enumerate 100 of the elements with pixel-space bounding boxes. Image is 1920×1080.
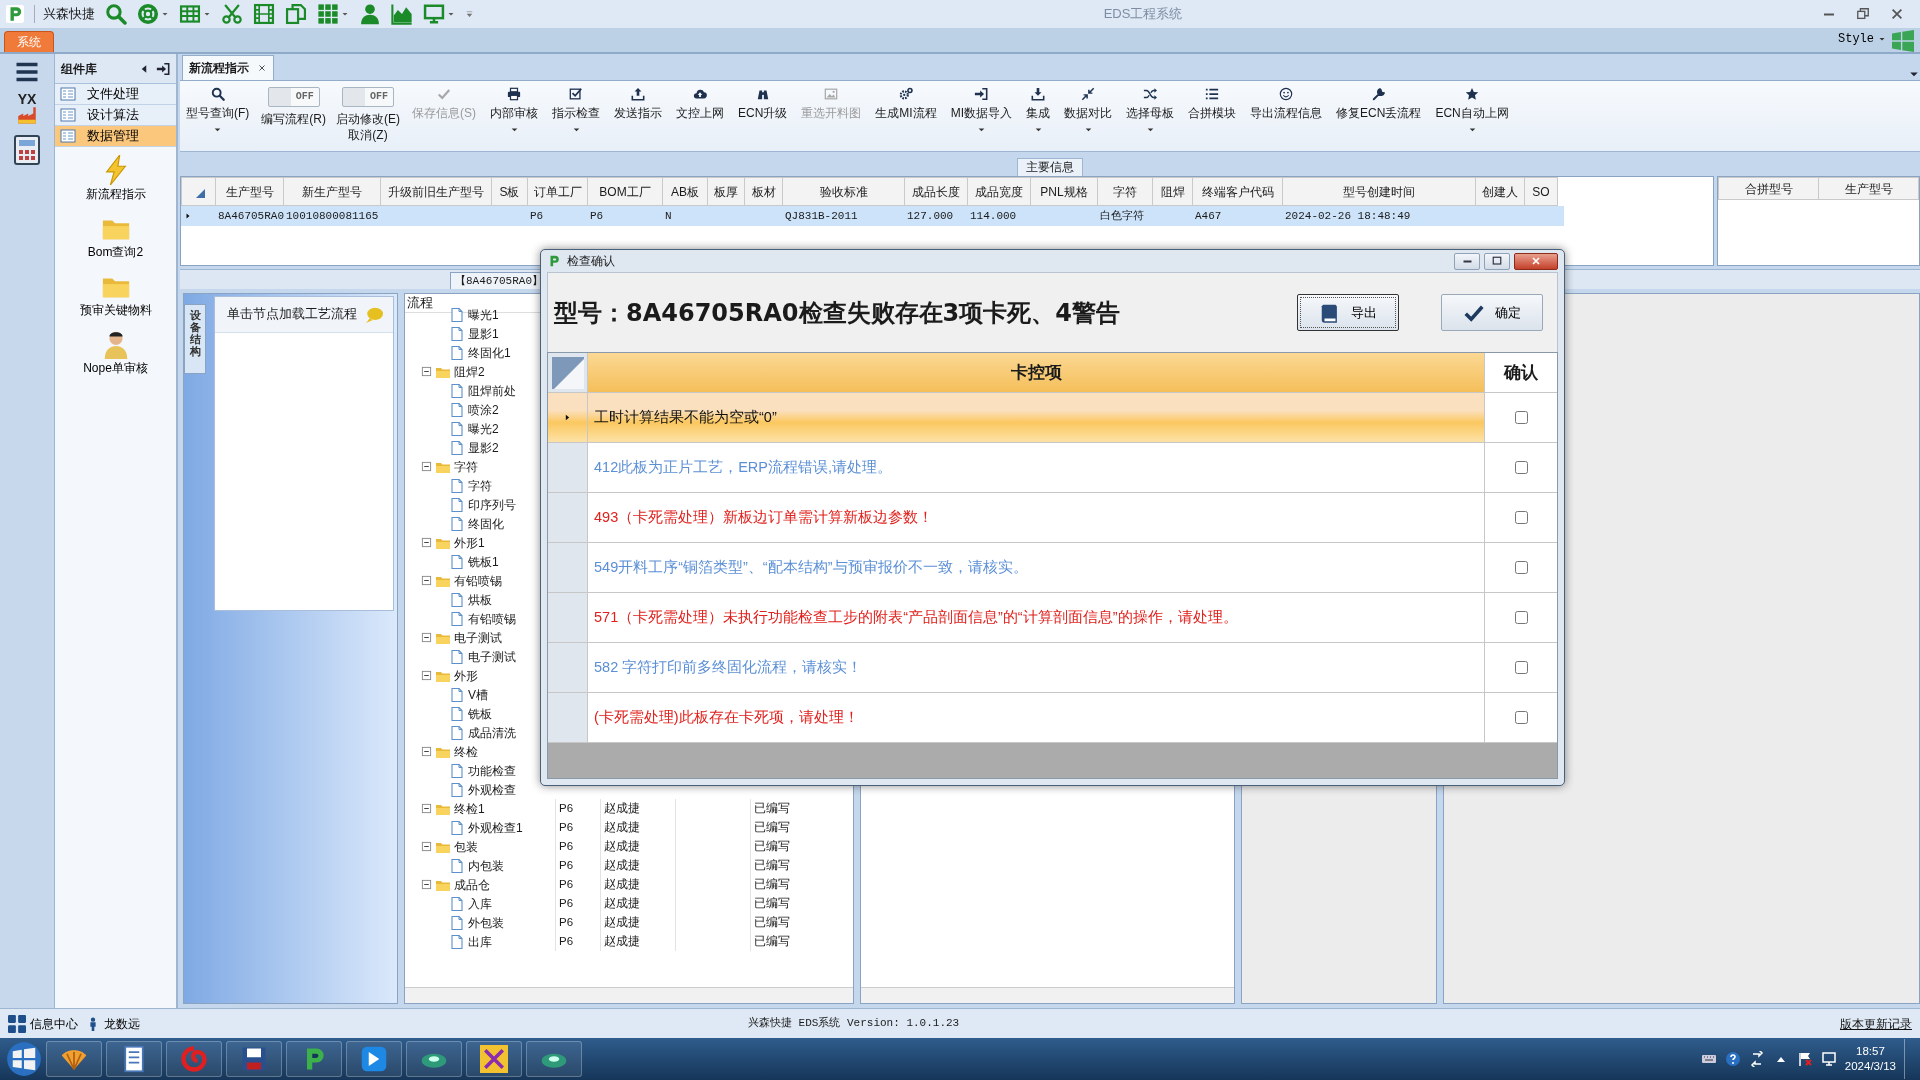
taskbar-app[interactable]	[226, 1041, 282, 1077]
tree-item[interactable]: 显影1	[468, 324, 499, 343]
confirm-checkbox[interactable]	[1514, 411, 1528, 424]
tree-item[interactable]: 外形	[454, 666, 478, 685]
module-button[interactable]: YX	[11, 92, 43, 126]
toolbar-button[interactable]	[137, 3, 169, 25]
tree-item[interactable]: 功能检查	[468, 761, 516, 780]
tree-item[interactable]: 铣板	[468, 704, 492, 723]
taskbar-app[interactable]	[526, 1041, 582, 1077]
toolbar-button[interactable]: 修复ECN丢流程	[1334, 85, 1424, 124]
toolbar-button[interactable]: 导出流程信息	[1248, 85, 1325, 124]
taskbar-app[interactable]	[346, 1041, 402, 1077]
tree-item[interactable]: 铣板1	[468, 552, 499, 571]
close-button[interactable]	[1514, 252, 1558, 270]
tree-item[interactable]: 阻焊2	[454, 362, 485, 381]
shortcut-button[interactable]: 预审关键物料	[55, 269, 176, 321]
tree-item[interactable]: 成品仓	[454, 875, 490, 894]
confirm-checkbox[interactable]	[1514, 661, 1528, 674]
collapse-icon[interactable]	[421, 746, 432, 757]
toggle-switch[interactable]: OFF	[267, 87, 320, 107]
shortcut-button[interactable]: Bom查询2	[55, 211, 176, 263]
dialog-button[interactable]: 确定	[1441, 294, 1543, 331]
close-button[interactable]	[257, 63, 267, 73]
nav-item[interactable]: 数据管理	[55, 126, 176, 147]
collapse-icon[interactable]	[421, 803, 432, 814]
horizontal-scrollbar[interactable]	[405, 987, 853, 1003]
confirm-checkbox[interactable]	[1514, 561, 1528, 574]
tree-item[interactable]: 印序列号	[468, 495, 516, 514]
document-tab[interactable]: 新流程指示	[182, 55, 274, 80]
check-item[interactable]: 工时计算结果不能为空或“0”	[588, 393, 1485, 442]
tree-item[interactable]: 有铅喷锡	[454, 571, 502, 590]
shortcut-button[interactable]: Nope单审核	[55, 327, 176, 379]
tree-item[interactable]: 外观检查1	[468, 818, 523, 837]
toolbar-button[interactable]	[423, 3, 455, 25]
taskbar-app[interactable]	[406, 1041, 462, 1077]
tree-item[interactable]: 显影2	[468, 438, 499, 457]
tree-item[interactable]: 字符	[454, 457, 478, 476]
pin-button[interactable]	[156, 61, 170, 76]
nav-item[interactable]: 文件处理	[55, 84, 176, 105]
toolbar-button[interactable]	[317, 3, 349, 25]
toolbar-button[interactable]: 集成	[1024, 85, 1053, 136]
collapse-icon[interactable]	[421, 461, 432, 472]
toolbar-button[interactable]: 选择母板	[1124, 85, 1177, 136]
toggle-switch[interactable]: OFF	[342, 87, 394, 107]
toolbar-button[interactable]: MI数据导入	[948, 85, 1015, 136]
toolbar-button[interactable]: 数据对比	[1062, 85, 1115, 136]
toolbar-button[interactable]: 合拼模块	[1186, 85, 1239, 124]
tree-item[interactable]: 终固化1	[468, 343, 511, 362]
toolbar-button[interactable]	[179, 3, 211, 25]
nav-item[interactable]: 设计算法	[55, 105, 176, 126]
shortcut-button[interactable]: 新流程指示	[55, 153, 176, 205]
toolbar-button[interactable]	[105, 3, 127, 25]
user-button[interactable]: 龙数远	[86, 1014, 140, 1033]
tree-item[interactable]: 外包装	[468, 913, 504, 932]
select-all-corner[interactable]	[548, 353, 588, 392]
taskbar-app[interactable]	[46, 1041, 102, 1077]
tree-item[interactable]: 成品清洗	[468, 723, 516, 742]
tree-item[interactable]: 电子测试	[468, 647, 516, 666]
tree-item[interactable]: 包装	[454, 837, 478, 856]
confirm-checkbox[interactable]	[1514, 461, 1528, 474]
toolbar-button[interactable]: 指示检查	[550, 85, 602, 136]
toolbar-button[interactable]: 文控上网	[674, 85, 726, 124]
tree-item[interactable]: 终检	[454, 742, 478, 761]
toolbar-button[interactable]: 内部审核	[488, 85, 540, 136]
confirm-checkbox[interactable]	[1514, 511, 1528, 524]
toolbar-button[interactable]	[221, 3, 243, 25]
tree-item[interactable]: 入库	[468, 894, 492, 913]
tree-item[interactable]: 终固化	[468, 514, 504, 533]
tree-item[interactable]: 内包装	[468, 856, 504, 875]
toolbar-button[interactable]	[359, 3, 381, 25]
release-notes-link[interactable]: 版本更新记录	[1840, 1014, 1912, 1033]
toolbar-button[interactable]: ECN自动上网	[1433, 85, 1511, 136]
tree-item[interactable]: 终检1	[454, 799, 485, 818]
tree-item[interactable]: 有铅喷锡	[468, 609, 516, 628]
toolbar-button[interactable]	[253, 3, 275, 25]
toolbar-button[interactable]: 生成MI流程	[873, 85, 939, 124]
tree-item[interactable]: V槽	[468, 685, 488, 704]
toolbar-button[interactable]	[285, 3, 307, 25]
tree-item[interactable]: 外观检查	[468, 780, 516, 799]
style-menu[interactable]: Style	[1832, 29, 1892, 49]
confirm-checkbox[interactable]	[1514, 711, 1528, 724]
horizontal-scrollbar[interactable]	[861, 987, 1234, 1003]
maximize-button[interactable]	[1484, 252, 1510, 270]
tree-item[interactable]: 阻焊前处	[468, 381, 516, 400]
collapse-icon[interactable]	[421, 537, 432, 548]
start-button[interactable]	[6, 1041, 42, 1077]
tree-item[interactable]: 喷涂2	[468, 400, 499, 419]
collapse-icon[interactable]	[421, 841, 432, 852]
side-tab[interactable]: 设备结构	[184, 304, 206, 374]
taskbar-app[interactable]	[466, 1041, 522, 1077]
collapse-icon[interactable]	[421, 670, 432, 681]
toolbar-button[interactable]: 发送指示	[612, 85, 664, 124]
confirm-checkbox[interactable]	[1514, 611, 1528, 624]
dialog-button[interactable]: 导出	[1297, 294, 1399, 331]
tree-item[interactable]: 字符	[468, 476, 492, 495]
tree-item[interactable]: 烘板	[468, 590, 492, 609]
toolbar-button[interactable]: 型号查询(F)	[184, 85, 252, 136]
collapse-icon[interactable]	[421, 879, 432, 890]
info-center-button[interactable]: 信息中心	[8, 1014, 78, 1033]
toolbar-button[interactable]	[391, 3, 413, 25]
